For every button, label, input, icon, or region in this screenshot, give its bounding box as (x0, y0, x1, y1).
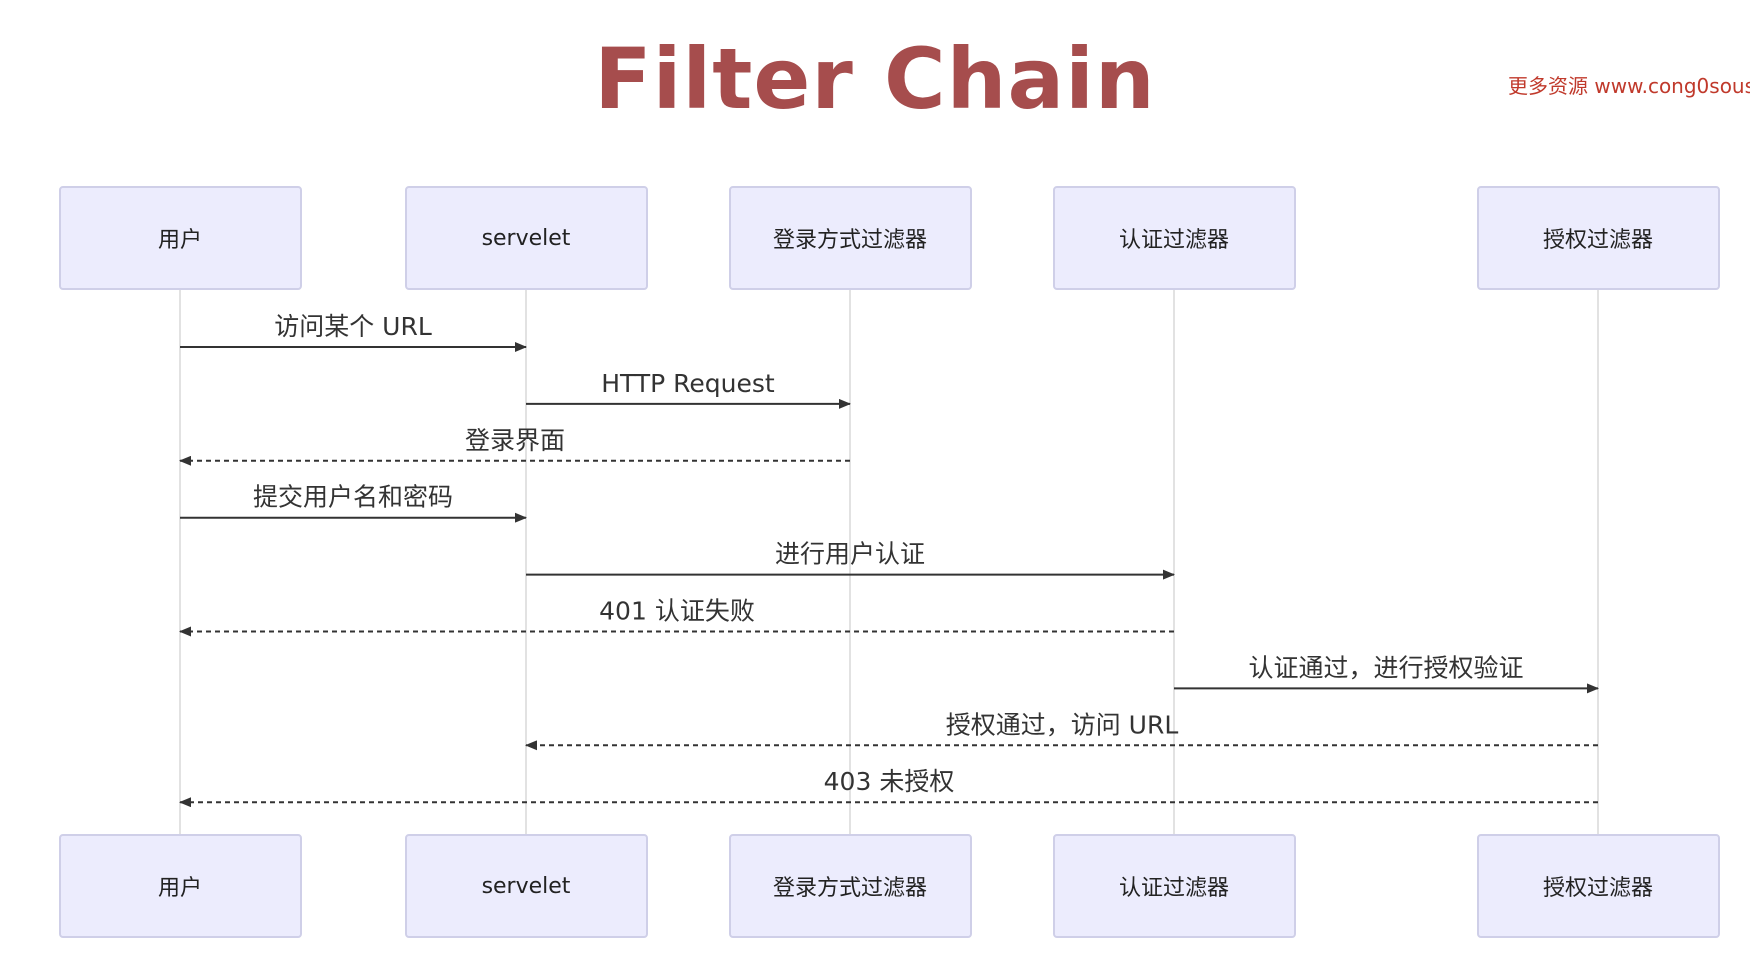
actor-box-auth-top: 认证过滤器 (1052, 186, 1296, 290)
sequence-diagram: 访问某个 URL HTTP Request 登录界面提交用户名和密码进行用户认证 40… (179, 290, 1599, 834)
actor-box-user-top: 用户 (58, 186, 302, 290)
actor-box-user-bottom: 用户 (58, 834, 302, 938)
actor-box-authz-top: 授权过滤器 (1476, 186, 1720, 290)
actor-box-servelet-bottom: servelet (404, 834, 648, 938)
message-label-1: 访问某个 URL (274, 312, 432, 341)
message-label-3: 登录界面 (465, 426, 565, 455)
message-label-6: 401 认证失败 (599, 597, 755, 626)
actor-box-servelet-top: servelet (404, 186, 648, 290)
actor-box-auth-bottom: 认证过滤器 (1052, 834, 1296, 938)
message-label-9: 403 未授权 (824, 767, 955, 796)
message-label-4: 提交用户名和密码 (253, 483, 453, 512)
actor-box-login-top: 登录方式过滤器 (728, 186, 972, 290)
message-label-2: HTTP Request (601, 369, 775, 398)
actor-box-authz-bottom: 授权过滤器 (1476, 834, 1720, 938)
message-label-7: 认证通过，进行授权验证 (1248, 653, 1523, 682)
message-label-5: 进行用户认证 (775, 540, 925, 569)
actor-box-login-bottom: 登录方式过滤器 (728, 834, 972, 938)
message-label-8: 授权通过，访问 URL (946, 710, 1179, 739)
